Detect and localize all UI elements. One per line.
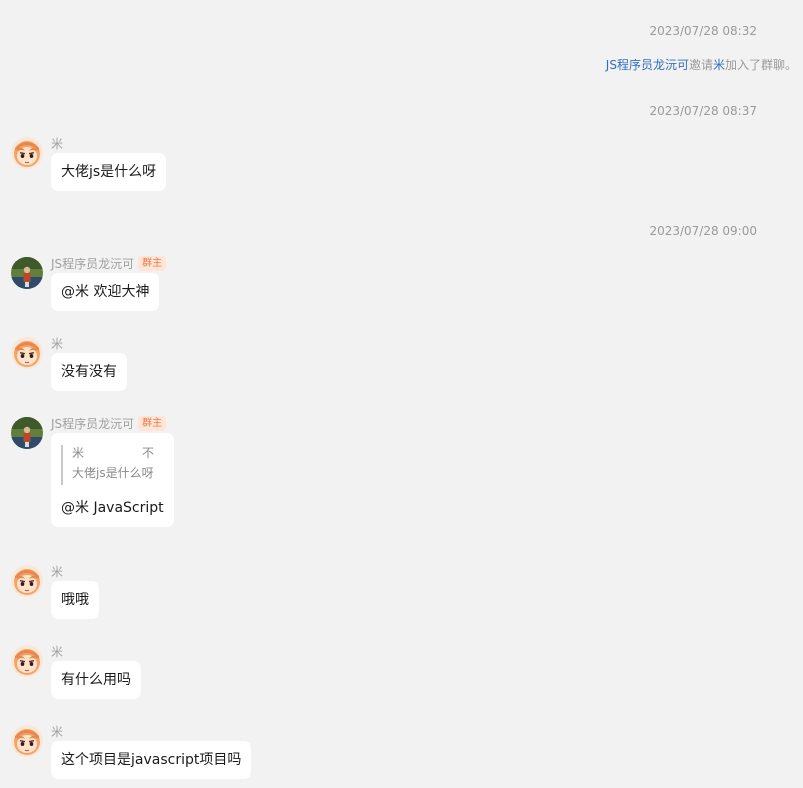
sender-name[interactable]: 米 [51, 135, 63, 152]
timestamp: 2023/07/28 09:00 [649, 224, 757, 238]
sender-label: JS程序员龙沅可 [51, 417, 135, 431]
avatar[interactable] [11, 645, 43, 677]
sender-label: 米 [51, 645, 64, 659]
owner-badge: 群主 [138, 256, 167, 271]
avatar[interactable] [11, 257, 43, 289]
sender-label: 米 [51, 337, 64, 351]
message-bubble[interactable]: 大佬js是什么呀 [51, 153, 167, 191]
quoted-message[interactable]: 米 不 大佬js是什么呀 [61, 445, 164, 485]
avatar[interactable] [11, 565, 43, 597]
quote-text: 大佬js是什么呀 [72, 466, 154, 480]
timestamp: 2023/07/28 08:32 [649, 24, 757, 38]
system-notice: JS程序员龙沅可邀请米加入了群聊。 [606, 56, 797, 73]
sender-name[interactable]: 米 [51, 563, 63, 580]
sender-label: 米 [51, 725, 64, 739]
avatar[interactable] [11, 137, 43, 169]
message-bubble[interactable]: @米 欢迎大神 [51, 273, 160, 311]
girl-avatar-icon [11, 725, 43, 757]
sender-name[interactable]: JS程序员龙沅可 群主 [51, 415, 167, 432]
owner-badge: 群主 [138, 416, 167, 431]
sender-name[interactable]: 米 [51, 335, 63, 352]
avatar[interactable] [11, 337, 43, 369]
message-bubble[interactable]: 没有没有 [51, 353, 127, 391]
message-bubble[interactable]: 哦哦 [51, 581, 99, 619]
landscape-photo-avatar-icon [11, 257, 43, 289]
sender-label: 米 [51, 137, 64, 151]
message-bubble[interactable]: 这个项目是javascript项目吗 [51, 741, 252, 779]
avatar[interactable] [11, 417, 43, 449]
quote-author: 米 [72, 446, 85, 460]
chat-window: 2023/07/28 08:32 JS程序员龙沅可邀请米加入了群聊。 2023/… [0, 0, 803, 788]
avatar[interactable] [11, 725, 43, 757]
landscape-photo-avatar-icon [11, 417, 43, 449]
girl-avatar-icon [11, 337, 43, 369]
reply-text: @米 JavaScript [61, 500, 164, 516]
timestamp: 2023/07/28 08:37 [649, 104, 757, 118]
sender-name[interactable]: JS程序员龙沅可 群主 [51, 255, 167, 272]
girl-avatar-icon [11, 645, 43, 677]
message-bubble[interactable]: 米 不 大佬js是什么呀 @米 JavaScript [51, 433, 174, 527]
invitee-link[interactable]: 米 [713, 58, 725, 72]
quote-marker: 不 [141, 446, 154, 460]
message-bubble[interactable]: 有什么用吗 [51, 661, 141, 699]
system-text: 加入了群聊。 [724, 58, 797, 72]
system-text: 邀请 [688, 58, 713, 72]
sender-label: JS程序员龙沅可 [51, 257, 135, 271]
sender-name[interactable]: 米 [51, 643, 63, 660]
sender-name[interactable]: 米 [51, 723, 63, 740]
girl-avatar-icon [11, 137, 43, 169]
sender-label: 米 [51, 565, 64, 579]
girl-avatar-icon [11, 565, 43, 597]
quote-header: 米 不 [72, 445, 154, 461]
inviter-link[interactable]: JS程序员龙沅可 [606, 58, 689, 72]
